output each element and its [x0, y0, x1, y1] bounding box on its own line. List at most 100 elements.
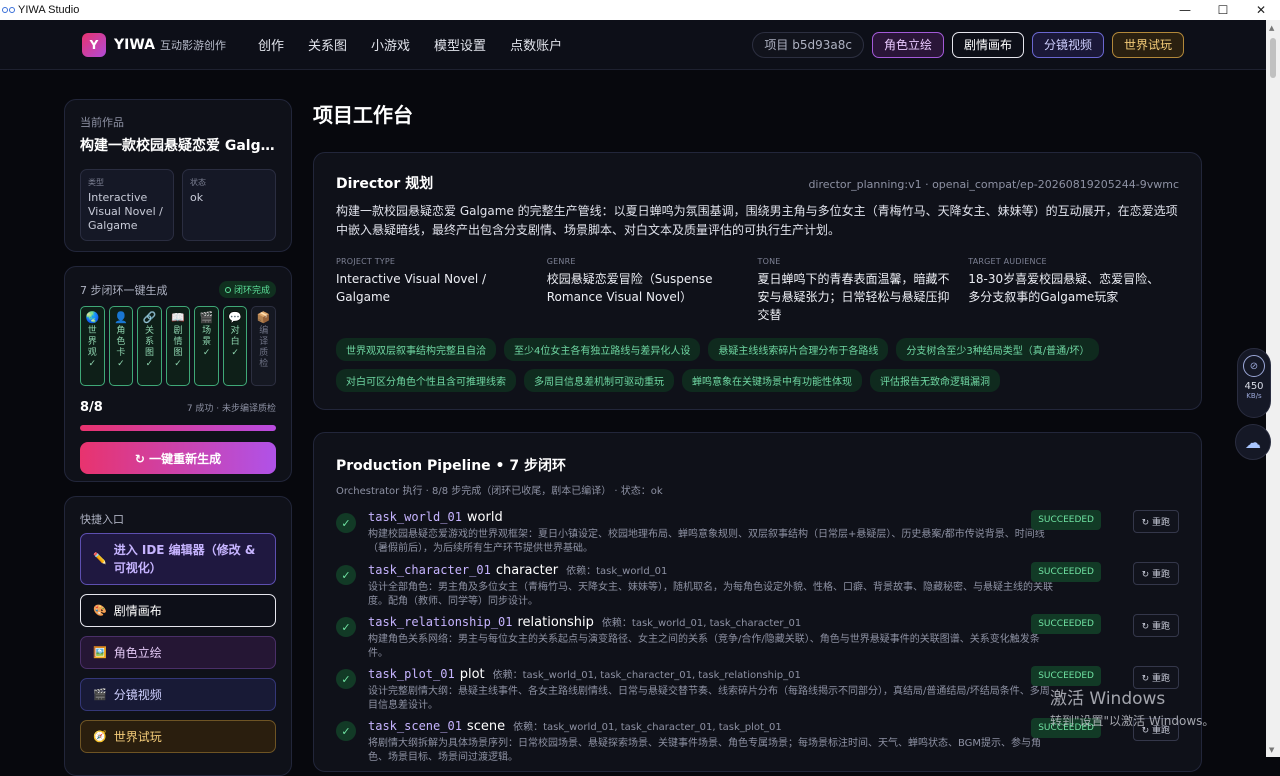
status-box: 状态 ok	[182, 169, 276, 241]
field-target-audience: TARGET AUDIENCE 18-30岁喜爱校园悬疑、恋爱冒险、多分支叙事的G…	[968, 257, 1179, 324]
step-character[interactable]: 👤 角色卡 ✓	[108, 306, 134, 386]
task-body: task_world_01 world 构建校园悬疑恋爱游戏的世界观框架：夏日小镇设…	[368, 510, 1058, 554]
step-check-icon: ✓	[145, 359, 154, 369]
step-scene[interactable]: 🎬 场景 ✓	[194, 306, 219, 386]
step-check-icon: ✓	[231, 348, 239, 358]
step-compile[interactable]: 📦 编译质检	[251, 306, 277, 386]
step-relationship[interactable]: 🔗 关系图 ✓	[137, 306, 162, 386]
storyboard-video-button[interactable]: 分镜视频	[1031, 31, 1104, 58]
task-body: task_scene_01 scene 依赖：task_world_01, task…	[368, 718, 1058, 763]
task-rerun-button[interactable]: ↻ 重跑	[1132, 510, 1179, 533]
quick-character-art-button[interactable]: 🖼️ 角色立绘	[80, 636, 276, 669]
brand-logo-icon: Y	[82, 32, 106, 57]
steps-count-row: 8/8 7 成功 · 未步编译质检	[80, 400, 276, 415]
task-header: task_character_01 character 依赖：task_world_…	[368, 562, 1058, 578]
task-desc: 将剧情大纲拆解为具体场景序列：日常校园场景、悬疑探索场景、关键事件场景、角色专属…	[368, 738, 1042, 763]
quick-story-canvas-button[interactable]: 🎨 剧情画布	[80, 594, 276, 627]
project-id-pill: 项目 b5d93a8c	[752, 31, 864, 58]
criteria-tag: 多周目信息差机制可驱动重玩	[524, 369, 674, 392]
steps-count: 8/8	[80, 400, 103, 415]
field-value: 校园悬疑恋爱冒险（Suspense Romance Visual Novel）	[546, 272, 713, 304]
pipeline-task: ✓ task_character_01 character 依赖：task_world…	[336, 562, 1179, 607]
task-body: task_character_01 character 依赖：task_world_…	[368, 562, 1058, 607]
maximize-button[interactable]: ☐	[1204, 3, 1242, 17]
current-work-meta: 类型 Interactive Visual Novel / Galgame 状态…	[80, 169, 276, 241]
field-key: GENRE	[546, 257, 576, 266]
pencil-icon: ✏️	[93, 552, 107, 565]
criteria-tags: 世界观双层叙事结构完整且自洽 至少4位女主各有独立路线与差异化人设 悬疑主线线索…	[336, 338, 1176, 392]
steps-progress-bar	[80, 425, 276, 431]
nav-link-minigame[interactable]: 小游戏	[371, 35, 410, 54]
nav-link-create[interactable]: 创作	[258, 35, 284, 54]
task-kind: character	[495, 563, 559, 578]
nav-link-relations[interactable]: 关系图	[308, 35, 347, 54]
step-dialogue[interactable]: 💬 对白 ✓	[222, 306, 248, 386]
network-speed-widget[interactable]: ⊘ 450 KB/s	[1237, 348, 1271, 418]
character-art-button[interactable]: 角色立绘	[871, 31, 944, 58]
quick-storyboard-video-button[interactable]: 🎬 分镜视频	[80, 678, 276, 711]
windows-activation-watermark: 激活 Windows 转到"设置"以激活 Windows。	[1050, 684, 1214, 729]
step-label: 世界观	[87, 326, 97, 358]
speed-gauge-icon: ⊘	[1243, 355, 1265, 377]
check-circle-icon	[224, 286, 231, 293]
task-kind: world	[466, 510, 503, 525]
task-rerun-button[interactable]: ↻ 重跑	[1132, 562, 1179, 585]
step-plot[interactable]: 📖 剧情图 ✓	[165, 306, 191, 386]
nav-link-points[interactable]: 点数账户	[510, 35, 562, 54]
task-rerun-button[interactable]: ↻ 重跑	[1132, 614, 1179, 637]
clapper-icon: 🎬	[93, 688, 107, 701]
scroll-up-icon[interactable]: ▲	[1269, 24, 1274, 32]
task-body: task_relationship_01 relationship 依赖：task_…	[368, 614, 1058, 659]
task-deps: 依赖：task_world_01, task_character_01	[601, 618, 802, 629]
scrollbar-thumb[interactable]	[1270, 38, 1276, 78]
sidebar: 当前作品 构建一款校园悬疑恋爱 Galgame 的完整生产管线 类型 Inter…	[64, 99, 292, 776]
window-title: YIWA Studio	[18, 4, 80, 16]
quick-world-play-button[interactable]: 🧭 世界试玩	[80, 720, 276, 753]
pipeline-title: Production Pipeline • 7 步闭环	[336, 458, 566, 474]
brand[interactable]: Y YIWA 互动影游创作	[82, 32, 226, 57]
world-play-button[interactable]: 世界试玩	[1111, 31, 1184, 58]
link-icon: 🔗	[142, 311, 157, 324]
task-id: task_plot_01	[368, 667, 455, 681]
speech-bubble-icon: 💬	[228, 311, 243, 324]
nav-links: 创作 关系图 小游戏 模型设置 点数账户	[258, 35, 562, 54]
clapper-icon: 🎬	[199, 311, 214, 324]
open-ide-button[interactable]: ✏️ 进入 IDE 编辑器（修改 & 可视化）	[80, 533, 276, 585]
director-description: 构建一款校园悬疑恋爱 Galgame 的完整生产管线：以夏日蝉鸣为氛围基调，围绕…	[336, 204, 1178, 237]
closed-loop-label: 闭环完成	[233, 286, 270, 296]
field-key: PROJECT TYPE	[336, 257, 396, 266]
steps-count-desc: 7 成功 · 未步编译质检	[186, 404, 276, 414]
task-status-badge: SUCCEEDED	[1031, 562, 1101, 582]
step-label: 编译质检	[259, 326, 269, 369]
closed-loop-badge: 闭环完成	[218, 281, 276, 298]
current-work-card: 当前作品 构建一款校园悬疑恋爱 Galgame 的完整生产管线 类型 Inter…	[64, 99, 292, 252]
task-id: task_scene_01	[368, 719, 462, 733]
brand-subtitle: 互动影游创作	[160, 38, 226, 52]
step-label: 对白	[230, 326, 240, 347]
task-desc: 构建角色关系网络：男主与每位女主的关系起点与演变路径、女主之间的关系（竞争/合作…	[368, 634, 1040, 659]
step-world[interactable]: 🌏 世界观 ✓	[80, 306, 105, 386]
task-id: task_world_01	[368, 510, 462, 524]
steps-header: 7 步闭环一键生成 闭环完成	[80, 281, 276, 298]
task-check-icon: ✓	[336, 721, 356, 741]
steps-progress-fill	[80, 425, 276, 431]
regenerate-button[interactable]: ↻ 一键重新生成	[80, 442, 276, 474]
type-key: 类型	[88, 178, 104, 187]
window-titlebar: YIWA Studio — ☐ ✕	[0, 0, 1280, 20]
status-value: ok	[190, 191, 204, 204]
nav-link-model-settings[interactable]: 模型设置	[434, 35, 486, 54]
task-status-badge: SUCCEEDED	[1031, 614, 1101, 634]
scroll-down-icon[interactable]: ▼	[1269, 746, 1274, 754]
task-desc: 构建校园悬疑恋爱游戏的世界观框架：夏日小镇设定、校园地理布局、蝉鸣意象规则、双层…	[368, 529, 1045, 554]
story-canvas-button[interactable]: 剧情画布	[951, 31, 1024, 58]
current-work-name: 构建一款校园悬疑恋爱 Galgame 的完整生产管线	[80, 138, 276, 154]
task-id: task_character_01	[368, 563, 491, 577]
field-value: 夏日蝉鸣下的青春表面温馨，暗藏不安与悬疑张力；日常轻松与悬疑压抑交替	[757, 272, 950, 322]
criteria-tag: 至少4位女主各有独立路线与差异化人设	[504, 338, 701, 361]
task-kind: relationship	[517, 615, 594, 630]
close-button[interactable]: ✕	[1242, 3, 1280, 17]
minimize-button[interactable]: —	[1166, 3, 1204, 17]
task-kind: plot	[459, 667, 485, 682]
cloud-sync-icon[interactable]: ☁	[1235, 424, 1271, 460]
quick-world-label: 世界试玩	[113, 730, 162, 744]
